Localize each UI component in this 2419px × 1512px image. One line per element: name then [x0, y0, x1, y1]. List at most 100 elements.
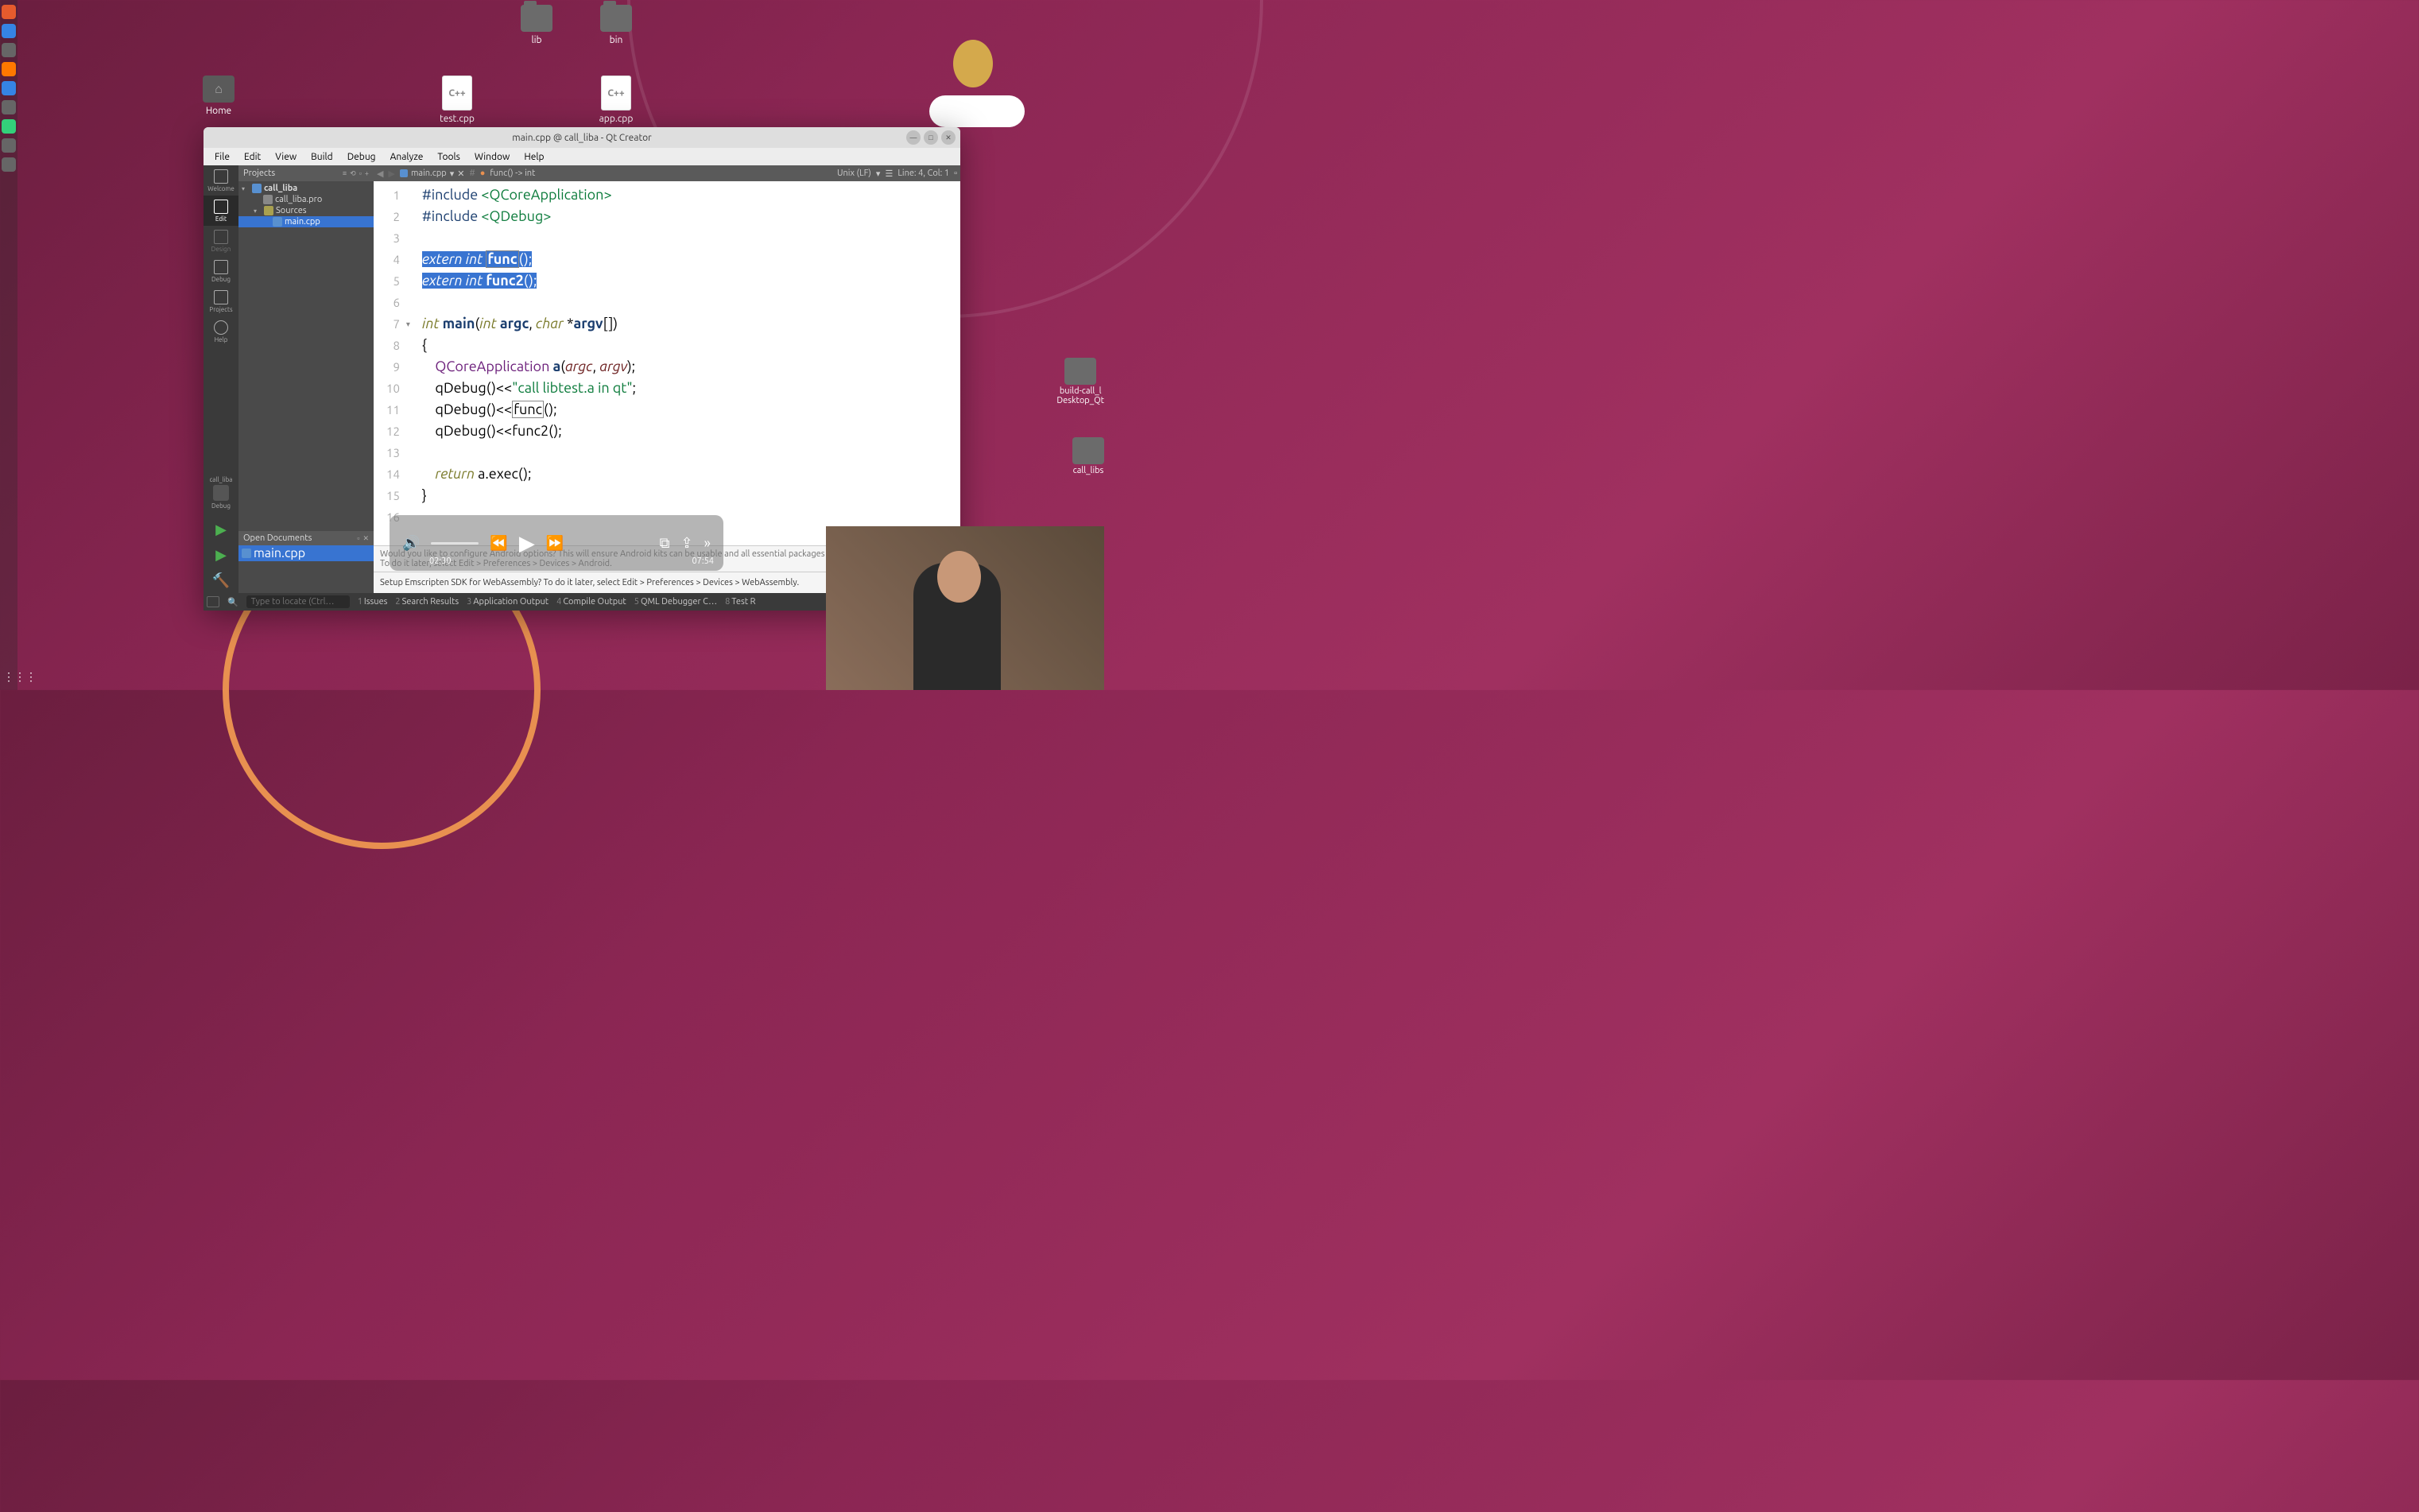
- mode-label: Design: [211, 246, 231, 253]
- mode-debug[interactable]: Debug: [204, 256, 238, 286]
- run-button[interactable]: ▶: [204, 517, 238, 542]
- rewind-button[interactable]: ⏪: [490, 535, 507, 552]
- mode-help[interactable]: Help: [204, 316, 238, 347]
- expand-icon[interactable]: ▾: [242, 185, 250, 192]
- design-icon: [214, 230, 228, 244]
- pane-qml[interactable]: 5QML Debugger C…: [634, 597, 717, 607]
- menu-view[interactable]: View: [269, 150, 303, 164]
- volume-icon[interactable]: 🔊: [402, 535, 420, 552]
- nav-fwd[interactable]: ▶: [388, 169, 394, 179]
- minimize-button[interactable]: —: [906, 130, 921, 145]
- file-selector[interactable]: main.cpp: [411, 169, 447, 178]
- desktop-lib-folder[interactable]: lib: [509, 5, 564, 45]
- mode-label: Welcome: [207, 185, 235, 192]
- split-icon[interactable]: ▫: [359, 169, 362, 178]
- menu-build[interactable]: Build: [304, 150, 339, 164]
- debug-run-button[interactable]: ▶: [204, 542, 238, 568]
- forward-button[interactable]: ⏩: [546, 535, 564, 552]
- add-icon[interactable]: +: [365, 169, 369, 178]
- titlebar[interactable]: main.cpp @ call_liba - Qt Creator — □ ✕: [204, 127, 960, 148]
- desktop-label: Home: [206, 106, 231, 116]
- mode-welcome[interactable]: Welcome: [204, 165, 238, 196]
- desktop-home[interactable]: ⌂ Home: [191, 76, 246, 116]
- maximize-button[interactable]: □: [924, 130, 938, 145]
- sync-icon[interactable]: ⟲: [350, 169, 356, 178]
- build-button[interactable]: 🔨: [204, 568, 238, 593]
- desktop-label: bin: [610, 35, 623, 45]
- more-button[interactable]: »: [704, 535, 711, 551]
- tree-label: Sources: [276, 206, 307, 215]
- menu-window[interactable]: Window: [468, 150, 516, 164]
- pane-test[interactable]: 8Test R: [725, 597, 755, 607]
- projects-header-label: Projects: [243, 169, 275, 178]
- dock-app[interactable]: [2, 43, 16, 57]
- split-icon[interactable]: ▫: [954, 169, 957, 178]
- symbol-icon: ●: [480, 169, 486, 178]
- toggle-sidebar[interactable]: [207, 596, 219, 607]
- cpp-file-icon: [273, 217, 282, 227]
- nav-back[interactable]: ◀: [377, 169, 383, 179]
- mode-design[interactable]: Design: [204, 226, 238, 256]
- tree-main-cpp[interactable]: main.cpp: [238, 216, 374, 227]
- play-button[interactable]: ▶: [519, 531, 535, 556]
- pane-issues[interactable]: 1Issues: [358, 597, 388, 607]
- expand-icon[interactable]: ▾: [254, 207, 262, 215]
- mode-label: Edit: [215, 215, 227, 223]
- dock-app[interactable]: [2, 62, 16, 76]
- split-icon[interactable]: ▫: [357, 534, 359, 543]
- desktop-calllibs-folder[interactable]: call_libs: [1072, 437, 1104, 475]
- tree-project-root[interactable]: ▾ call_liba: [238, 183, 374, 194]
- menu-analyze[interactable]: Analyze: [384, 150, 430, 164]
- desktop-label: call_libs: [1073, 466, 1104, 475]
- desktop-test-cpp[interactable]: C++ test.cpp: [429, 76, 485, 124]
- dropdown-icon[interactable]: ▾: [876, 169, 881, 179]
- menu-help[interactable]: Help: [518, 150, 550, 164]
- mode-edit[interactable]: Edit: [204, 196, 238, 226]
- close-file[interactable]: ✕: [457, 169, 464, 179]
- menu-file[interactable]: File: [208, 150, 236, 164]
- code-content[interactable]: #include <QCoreApplication> #include <QD…: [417, 181, 960, 545]
- mode-label: Debug: [211, 276, 231, 283]
- pane-compile[interactable]: 4Compile Output: [556, 597, 626, 607]
- cursor-position[interactable]: Line: 4, Col: 1: [897, 169, 949, 178]
- desktop-bin-folder[interactable]: bin: [588, 5, 644, 45]
- dock-app[interactable]: [2, 138, 16, 153]
- dock-app[interactable]: [2, 24, 16, 38]
- pane-appout[interactable]: 3Application Output: [467, 597, 549, 607]
- dock-app[interactable]: [2, 100, 16, 114]
- close-icon[interactable]: ✕: [362, 534, 369, 543]
- dock-app[interactable]: [2, 157, 16, 172]
- desktop-label: lib: [531, 35, 541, 45]
- fold-column[interactable]: ▾: [406, 181, 417, 545]
- menu-tools[interactable]: Tools: [431, 150, 467, 164]
- tree-pro-file[interactable]: call_liba.pro: [238, 194, 374, 205]
- pane-search[interactable]: 2Search Results: [395, 597, 459, 607]
- dock-firefox[interactable]: [2, 5, 16, 19]
- line-numbers: 12345678910111213141516: [374, 181, 406, 545]
- desktop-app-cpp[interactable]: C++ app.cpp: [588, 76, 644, 124]
- tree-sources-folder[interactable]: ▾ Sources: [238, 205, 374, 216]
- menu-debug[interactable]: Debug: [341, 150, 382, 164]
- volume-slider[interactable]: [431, 542, 479, 545]
- opendocs-header: Open Documents ▫ ✕: [238, 531, 374, 545]
- show-applications[interactable]: ⋮⋮⋮: [3, 670, 37, 684]
- close-button[interactable]: ✕: [941, 130, 956, 145]
- filter-icon[interactable]: ≡: [343, 169, 347, 178]
- mode-projects[interactable]: Projects: [204, 286, 238, 316]
- share-button[interactable]: ⇪: [680, 535, 692, 552]
- projects-header: Projects ≡ ⟲ ▫ +: [238, 165, 374, 181]
- opendoc-main-cpp[interactable]: main.cpp: [238, 545, 374, 561]
- bookmark-icon[interactable]: ☰: [885, 169, 893, 179]
- locator-input[interactable]: [246, 595, 350, 608]
- encoding-selector[interactable]: Unix (LF): [837, 169, 871, 178]
- pip-button[interactable]: ⧉: [660, 535, 670, 552]
- symbol-selector[interactable]: func() -> int: [490, 169, 535, 178]
- cpp-file-icon: C++: [601, 76, 631, 110]
- desktop-build-folder[interactable]: build-call_l Desktop_Qt: [1056, 358, 1104, 405]
- menu-edit[interactable]: Edit: [238, 150, 267, 164]
- dock-qtcreator[interactable]: [2, 119, 16, 134]
- dropdown-icon[interactable]: ▾: [450, 169, 455, 179]
- code-editor[interactable]: 12345678910111213141516 ▾ #include <QCor…: [374, 181, 960, 545]
- dock-app[interactable]: [2, 81, 16, 95]
- kit-selector[interactable]: call_liba Debug: [204, 469, 238, 517]
